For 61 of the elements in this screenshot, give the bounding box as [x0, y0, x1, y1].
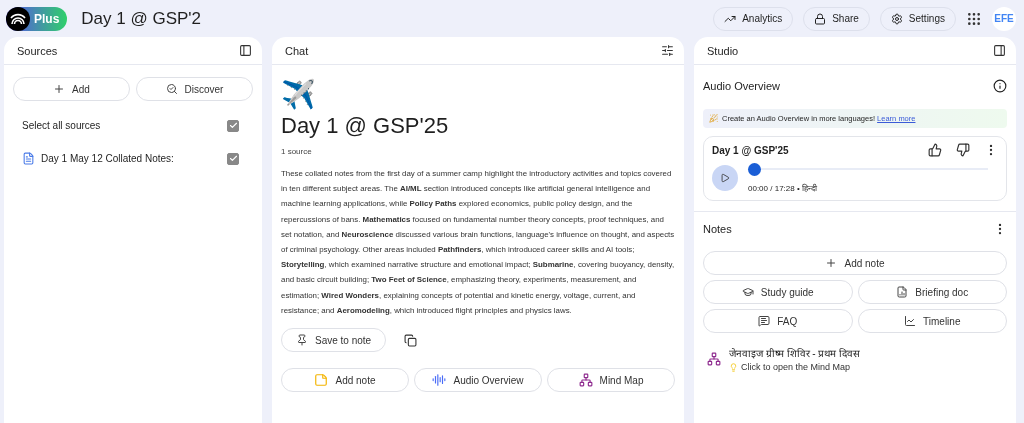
lock-icon — [814, 12, 827, 25]
play-button[interactable] — [712, 165, 738, 191]
faq-icon — [758, 315, 771, 327]
audio-time: 00:00 / 17:28 • हिन्दी — [748, 182, 818, 193]
save-to-note-button[interactable]: Save to note — [281, 328, 387, 353]
source-name[interactable]: Day 1 May 12 Collated Notes: — [41, 153, 174, 164]
notebook-title[interactable]: Day 1 @ GSP'2 — [81, 8, 704, 29]
note-button[interactable]: Add note — [281, 368, 409, 393]
study-button[interactable]: Study guide — [703, 280, 853, 304]
panel-title: Chat — [285, 44, 309, 57]
thumbs-up-icon[interactable] — [928, 143, 942, 157]
copy-icon[interactable] — [404, 333, 418, 347]
line-chart-icon — [904, 315, 917, 327]
note-icon — [314, 373, 329, 388]
search-sparkle-icon — [165, 83, 178, 95]
panel-toggle-icon[interactable] — [993, 44, 1006, 57]
plus-icon — [53, 83, 66, 95]
document-icon — [22, 152, 35, 165]
apps-grid-icon[interactable] — [966, 10, 982, 27]
faq-button[interactable]: FAQ — [703, 309, 853, 333]
document-icon — [896, 286, 909, 298]
timeline-button[interactable]: Timeline — [857, 309, 1007, 333]
play-icon — [720, 173, 730, 183]
note-hint: Click to open the Mind Map — [741, 362, 851, 372]
sliders-icon[interactable] — [661, 44, 674, 57]
section-title: Notes — [703, 223, 732, 235]
audio-button[interactable]: Audio Overview — [414, 368, 542, 393]
mind-map-icon — [578, 373, 593, 388]
party-popper-icon — [709, 114, 718, 123]
progress-thumb[interactable] — [748, 163, 761, 176]
plus-icon — [825, 257, 838, 269]
audio-title: Day 1 @ GSP'25 — [712, 144, 789, 156]
panel-title: Sources — [17, 44, 58, 57]
checkbox[interactable] — [227, 152, 239, 165]
panel-title: Studio — [707, 44, 739, 57]
panel-toggle-icon[interactable] — [239, 44, 252, 57]
thumbs-down-icon[interactable] — [956, 143, 970, 157]
lightbulb-icon — [729, 362, 738, 372]
add-button[interactable]: Add — [13, 77, 130, 101]
mindmap-button[interactable]: Mind Map — [547, 368, 675, 393]
info-icon[interactable] — [993, 79, 1007, 93]
graduation-cap-icon — [741, 286, 754, 298]
select-all-label: Select all sources — [22, 120, 101, 131]
analytics-button[interactable]: Analytics — [713, 6, 794, 31]
section-title: Audio Overview — [703, 80, 781, 92]
pin-icon — [296, 334, 308, 347]
settings-icon — [890, 12, 903, 25]
checkbox[interactable] — [227, 119, 239, 132]
discover-button[interactable]: Discover — [136, 77, 253, 101]
notebook-heading: Day 1 @ GSP'25 — [281, 113, 450, 139]
audio-wave-icon — [432, 373, 447, 388]
airplane-emoji: ✈ — [281, 79, 317, 111]
mind-map-icon — [707, 352, 721, 366]
settings-button[interactable]: Settings — [879, 6, 956, 31]
share-button[interactable]: Share — [803, 6, 870, 31]
briefing-button[interactable]: Briefing doc — [857, 280, 1007, 304]
note-title[interactable]: जेनवाइज ग्रीष्म शिविर - प्रथम दिवस — [729, 346, 861, 360]
avatar[interactable]: EFE — [992, 6, 1016, 31]
logo-icon — [6, 6, 30, 31]
source-count: 1 source — [281, 147, 313, 156]
add-note-button[interactable]: Add note — [703, 251, 1007, 275]
